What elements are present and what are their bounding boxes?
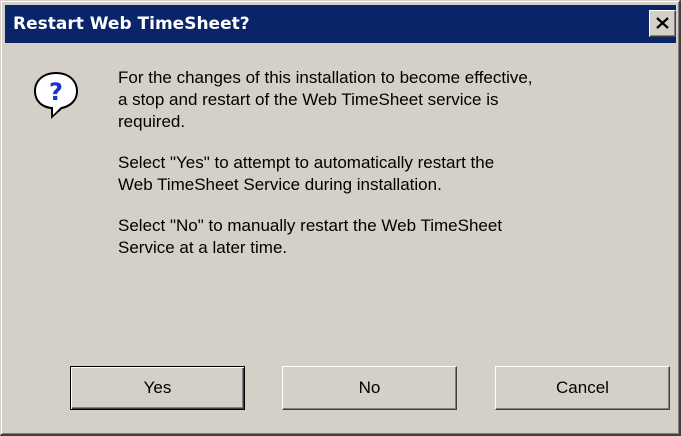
dialog-title: Restart Web TimeSheet? (13, 14, 250, 34)
cancel-button[interactable]: Cancel (495, 366, 670, 410)
message-paragraph-1: For the changes of this installation to … (118, 68, 533, 131)
message-body: For the changes of this installation to … (118, 67, 658, 278)
question-mark-glyph: ? (49, 78, 63, 106)
message-paragraph-2: Select "Yes" to attempt to automatically… (118, 153, 495, 194)
restart-dialog: Restart Web TimeSheet? ? For the changes… (0, 0, 681, 436)
message-paragraph-3: Select "No" to manually restart the Web … (118, 216, 503, 257)
no-button[interactable]: No (282, 366, 457, 410)
close-button[interactable] (649, 10, 676, 37)
question-icon: ? (34, 72, 78, 119)
yes-button[interactable]: Yes (70, 366, 245, 410)
title-bar[interactable]: Restart Web TimeSheet? (5, 5, 676, 43)
close-icon (656, 17, 669, 29)
